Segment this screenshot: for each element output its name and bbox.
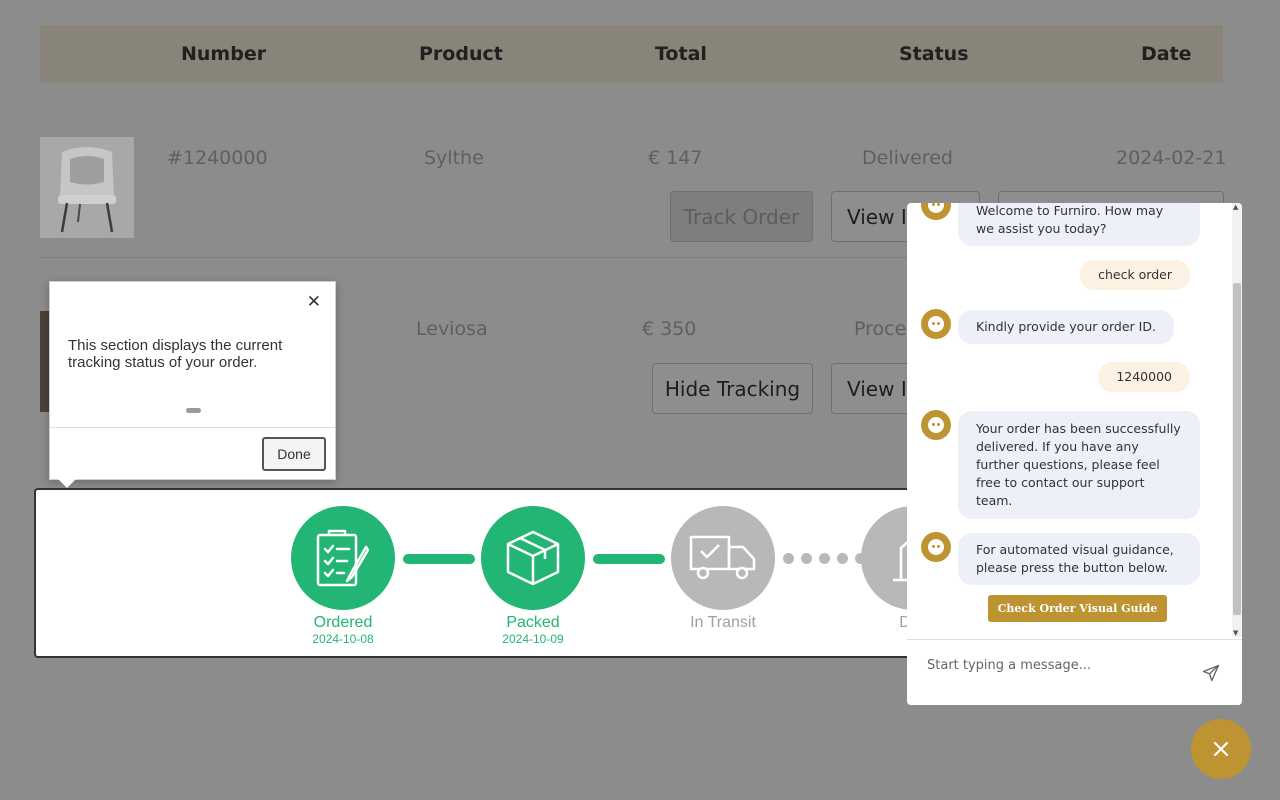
chat-scrollbar[interactable]: ▲ ▼ [1232,203,1242,637]
scroll-down-arrow-icon[interactable]: ▼ [1233,629,1238,637]
header-status: Status [899,43,969,65]
step-date: 2024-10-08 [312,632,374,646]
tracking-step-in-transit: In Transit [671,506,775,632]
user-message: 1240000 [1098,362,1190,392]
header-total: Total [655,43,707,65]
truck-icon [671,506,775,610]
bot-message: Welcome to Furniro. How may we assist yo… [958,203,1200,246]
bot-avatar-icon [921,410,951,440]
bot-avatar-icon [921,203,951,220]
clipboard-icon [291,506,395,610]
chat-window: Welcome to Furniro. How may we assist yo… [907,203,1242,705]
orders-table-header: Number Product Total Status Date [40,25,1223,83]
scrollbar-thumb[interactable] [1233,283,1241,615]
chat-close-button[interactable] [1191,719,1251,779]
header-product: Product [419,43,503,65]
step-label: Ordered [313,614,373,631]
order-total: € 147 [648,147,703,169]
pending-dot [783,553,794,564]
order-tracking-panel: Ordered 2024-10-08 Packed 2024-10-09 In … [34,488,934,658]
send-icon[interactable] [1202,664,1220,682]
tooltip-text: This section displays the current tracki… [68,337,283,371]
tracking-step-ordered: Ordered 2024-10-08 [291,506,395,646]
tour-tooltip: ✕ This section displays the current trac… [49,281,336,488]
step-label: Packed [506,614,560,631]
step-connector [593,554,665,564]
order-total: € 350 [642,318,697,340]
hide-tracking-button[interactable]: Hide Tracking [652,363,813,414]
chat-input-area [907,639,1242,705]
bot-message: Your order has been successfully deliver… [958,411,1200,519]
chat-message-input[interactable] [927,654,1197,676]
order-status: Delivered [862,147,953,169]
pending-dot [819,553,830,564]
bot-avatar-icon [921,532,951,562]
track-order-button[interactable]: Track Order [670,191,813,242]
step-connector [403,554,475,564]
close-icon [1213,741,1229,757]
header-date: Date [1141,43,1192,65]
done-button[interactable]: Done [262,437,326,471]
pending-dot [837,553,848,564]
step-date: 2024-10-09 [502,632,564,646]
bot-message: For automated visual guidance, please pr… [958,533,1200,585]
tracking-step-packed: Packed 2024-10-09 [481,506,585,646]
order-status: Proce [854,318,907,340]
chair-image [40,137,134,238]
order-product: Sylthe [424,147,484,169]
product-thumbnail [40,137,134,238]
header-number: Number [181,43,267,65]
chat-messages[interactable]: Welcome to Furniro. How may we assist yo… [907,203,1232,637]
pending-dot [801,553,812,564]
check-order-visual-guide-button[interactable]: Check Order Visual Guide [988,595,1167,622]
order-date: 2024-02-21 [1116,147,1227,169]
user-message: check order [1080,260,1190,290]
bot-avatar-icon [921,309,951,339]
package-icon [481,506,585,610]
scroll-up-arrow-icon[interactable]: ▲ [1233,203,1238,211]
tooltip-divider [50,427,335,428]
order-number: #1240000 [167,147,268,169]
close-icon[interactable]: ✕ [307,292,321,312]
bot-message: Kindly provide your order ID. [958,310,1174,344]
order-product: Leviosa [416,318,488,340]
step-label: In Transit [690,614,756,631]
tour-progress-indicator [186,408,201,413]
